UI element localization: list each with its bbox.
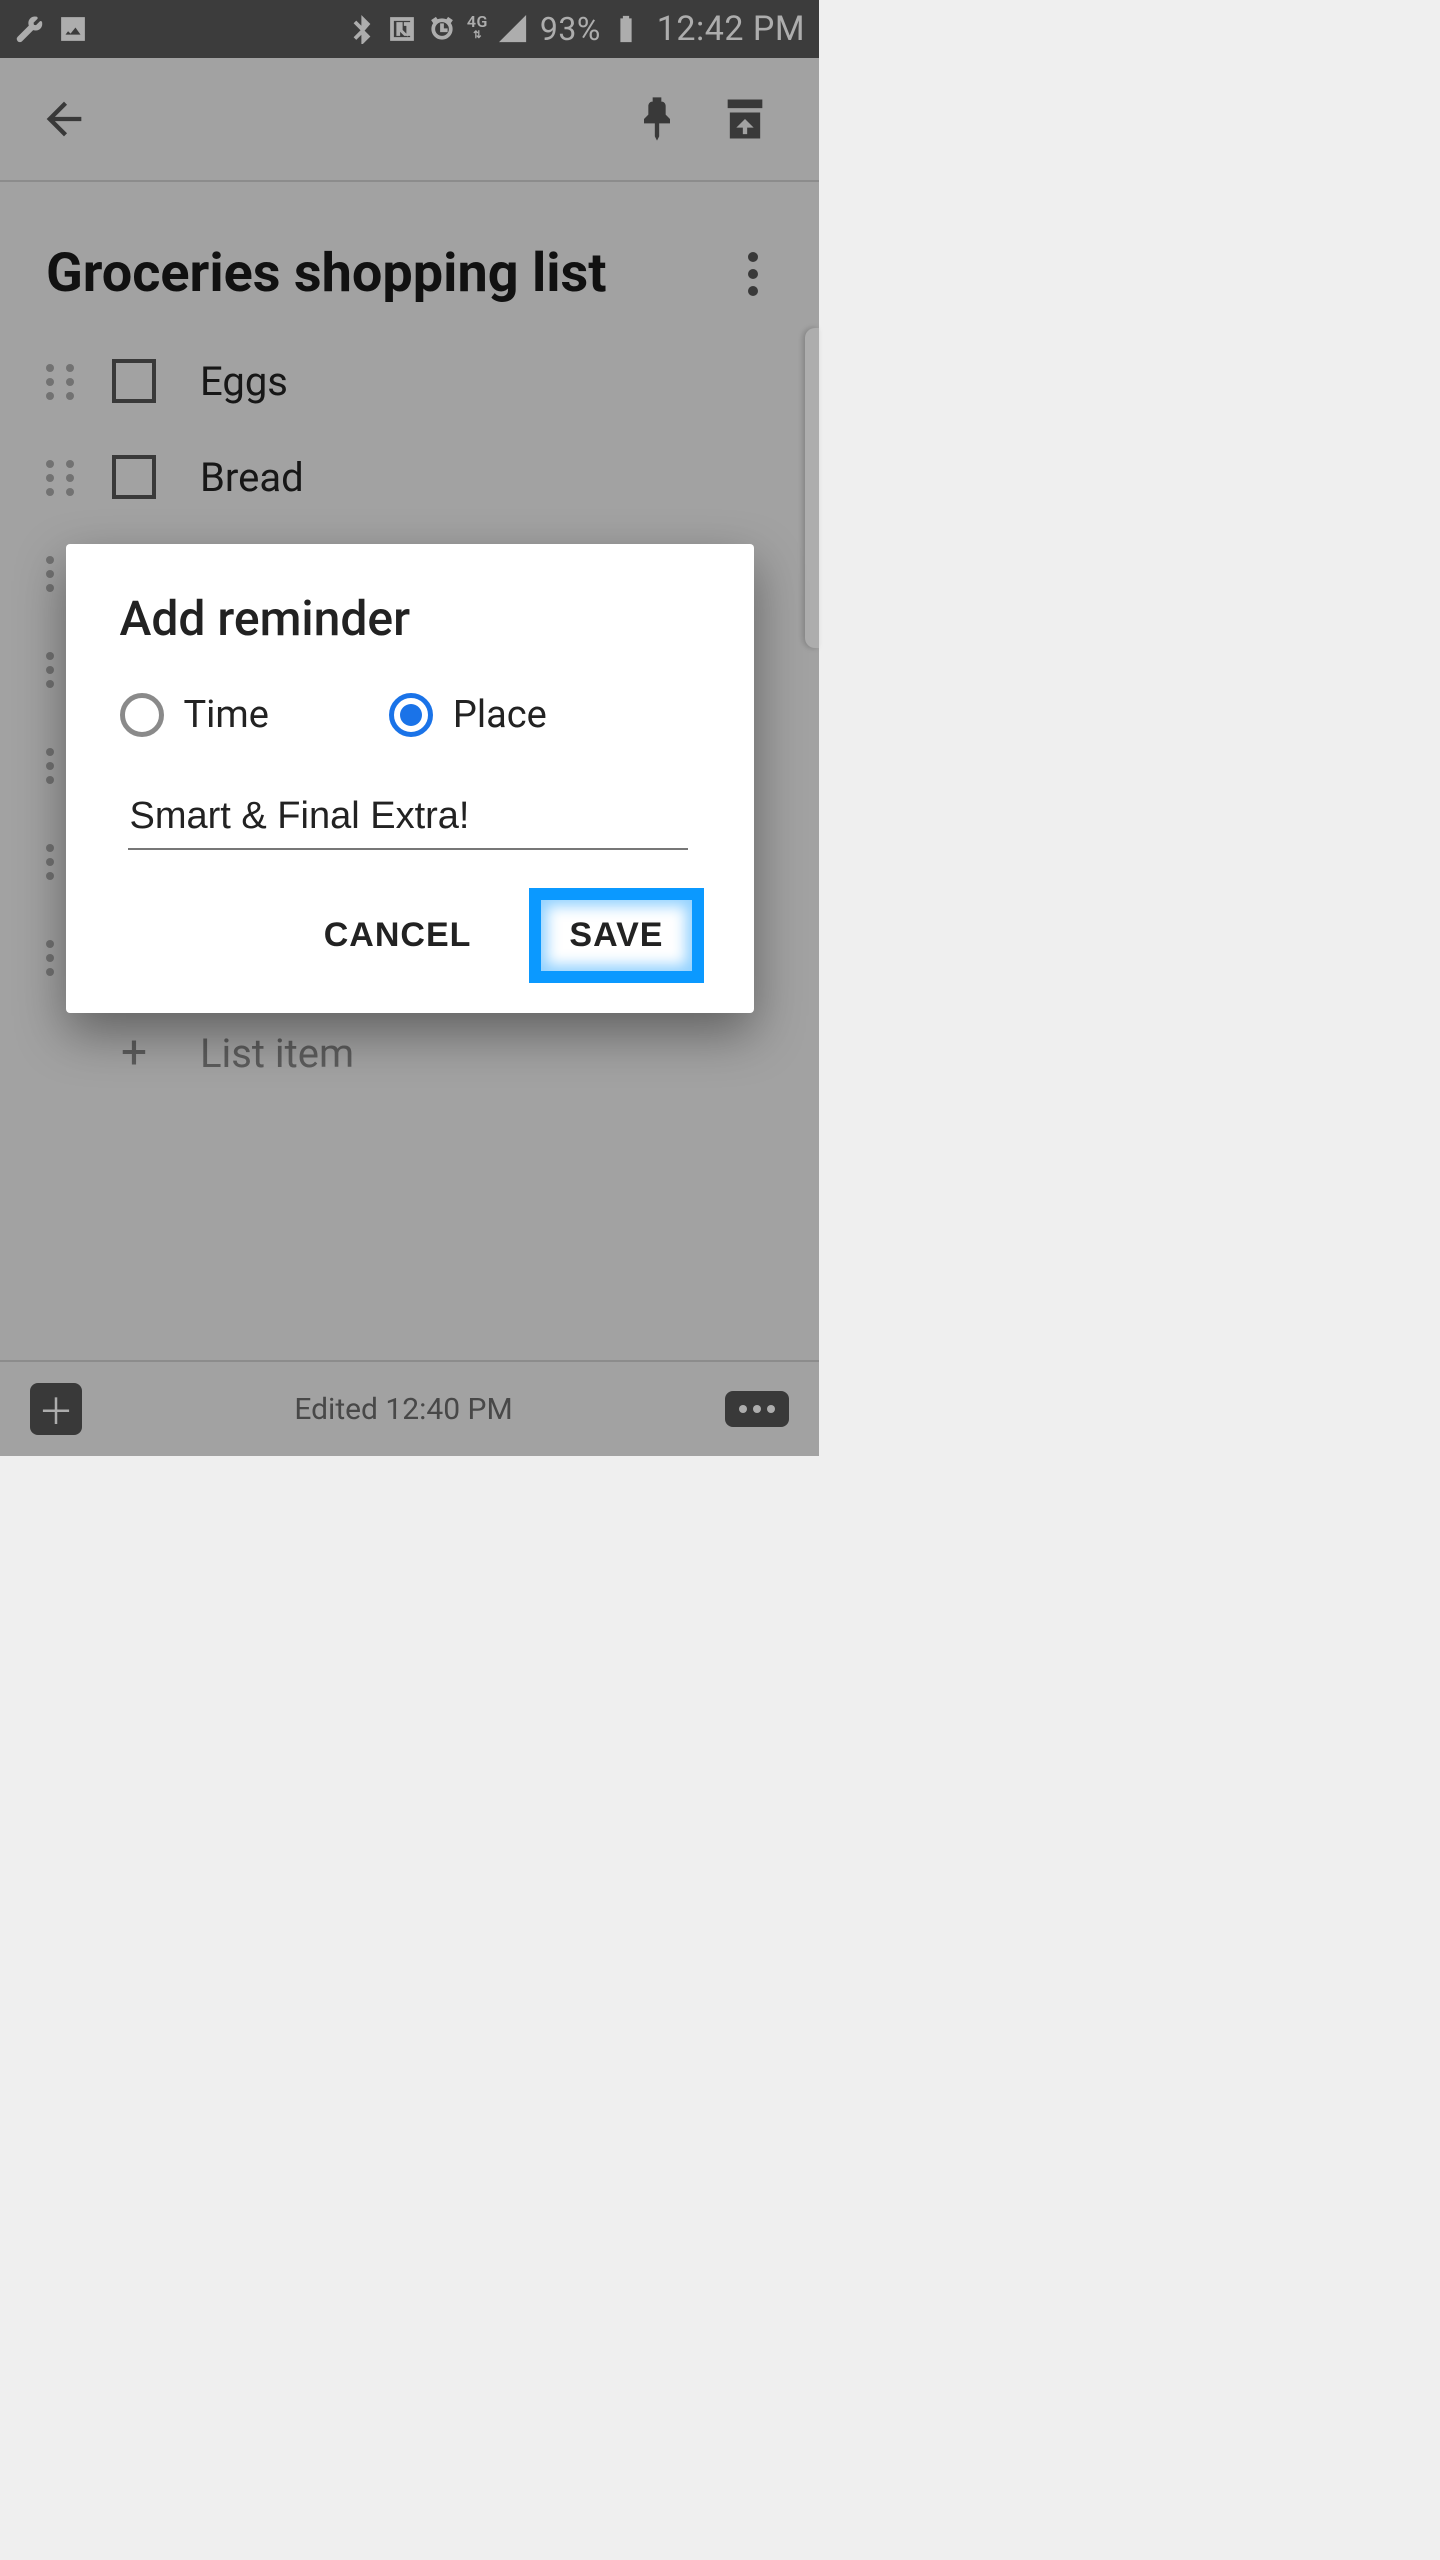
dialog-title: Add reminder [120,590,704,647]
reminder-type-time[interactable]: Time [120,693,269,737]
save-button[interactable]: SAVE [529,888,703,983]
cancel-button[interactable]: CANCEL [296,894,500,977]
place-input[interactable] [128,791,688,850]
radio-label: Place [453,693,547,737]
radio-icon [389,693,433,737]
modal-scrim[interactable]: Add reminder Time Place CANCEL SAVE [0,0,819,1456]
add-reminder-dialog: Add reminder Time Place CANCEL SAVE [66,544,754,1013]
radio-label: Time [184,693,269,737]
radio-icon [120,693,164,737]
reminder-type-place[interactable]: Place [389,693,547,737]
